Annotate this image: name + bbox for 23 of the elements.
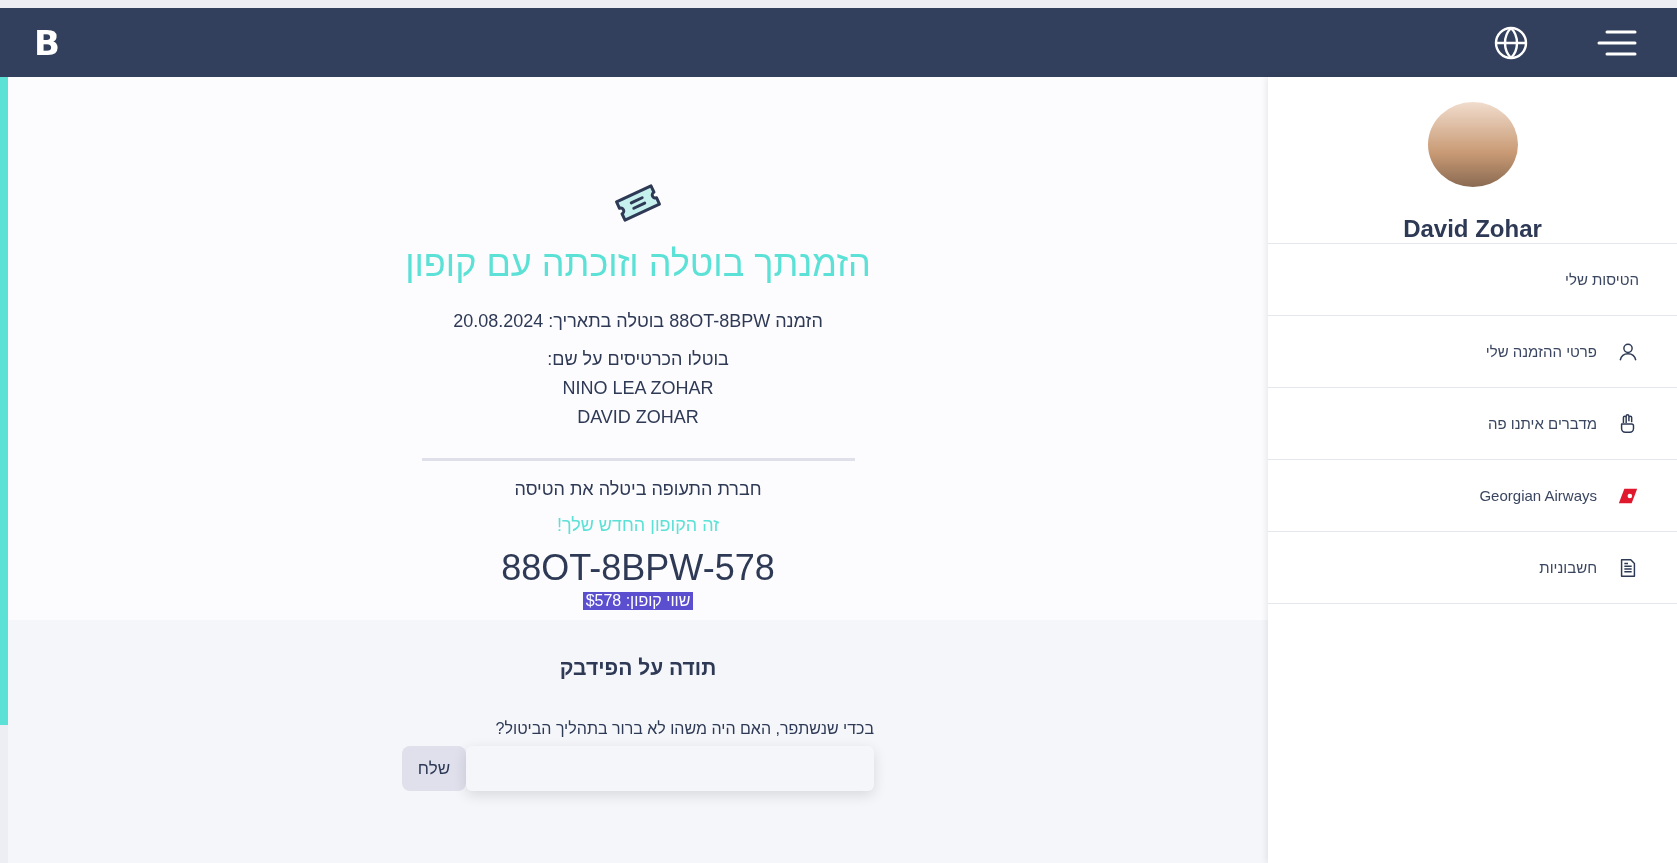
booking-cancelled-text: הזמנה 88OT-8BPW בוטלה בתאריך: 20.08.2024: [453, 310, 823, 333]
sidebar-item[interactable]: Georgian Airways: [1268, 460, 1677, 532]
globe-icon[interactable]: [1493, 24, 1529, 61]
send-button[interactable]: שלח: [402, 746, 466, 791]
coupon-intro: זה הקופון החדש שלך!: [556, 514, 720, 537]
menu-icon[interactable]: [1597, 29, 1637, 56]
passenger-name: NINO LEA ZOHAR: [562, 377, 714, 400]
coupon-code: 88OT-8BPW-578: [501, 546, 775, 590]
tickets-label: בוטלו הכרטיסים על שם:: [547, 348, 729, 371]
sidebar-item[interactable]: הטיסות שלי: [1268, 244, 1677, 316]
feedback-input[interactable]: [466, 746, 874, 791]
coupon-value-badge: שווי קופון: $578: [582, 592, 694, 610]
cancellation-reason: חברת התעופה ביטלה את הטיסה: [514, 478, 762, 501]
ticket-icon: [613, 183, 663, 223]
passenger-name: DAVID ZOHAR: [577, 406, 699, 429]
sidebar-item[interactable]: פרטי ההזמנה שלי: [1268, 316, 1677, 388]
sidebar-item[interactable]: מדברים איתנו פה: [1268, 388, 1677, 460]
sidebar-item[interactable]: חשבוניות: [1268, 532, 1677, 604]
user-name: David Zohar: [1403, 215, 1542, 243]
feedback-question: בכדי שנשתפר, האם היה משהו לא ברור בתהליך הביטול?: [494, 720, 874, 738]
logo[interactable]: B: [34, 22, 60, 63]
cancellation-title: הזמנתך בוטלה וזוכתה עם קופון: [405, 243, 871, 285]
feedback-title: תודה על הפידבק: [559, 656, 717, 680]
